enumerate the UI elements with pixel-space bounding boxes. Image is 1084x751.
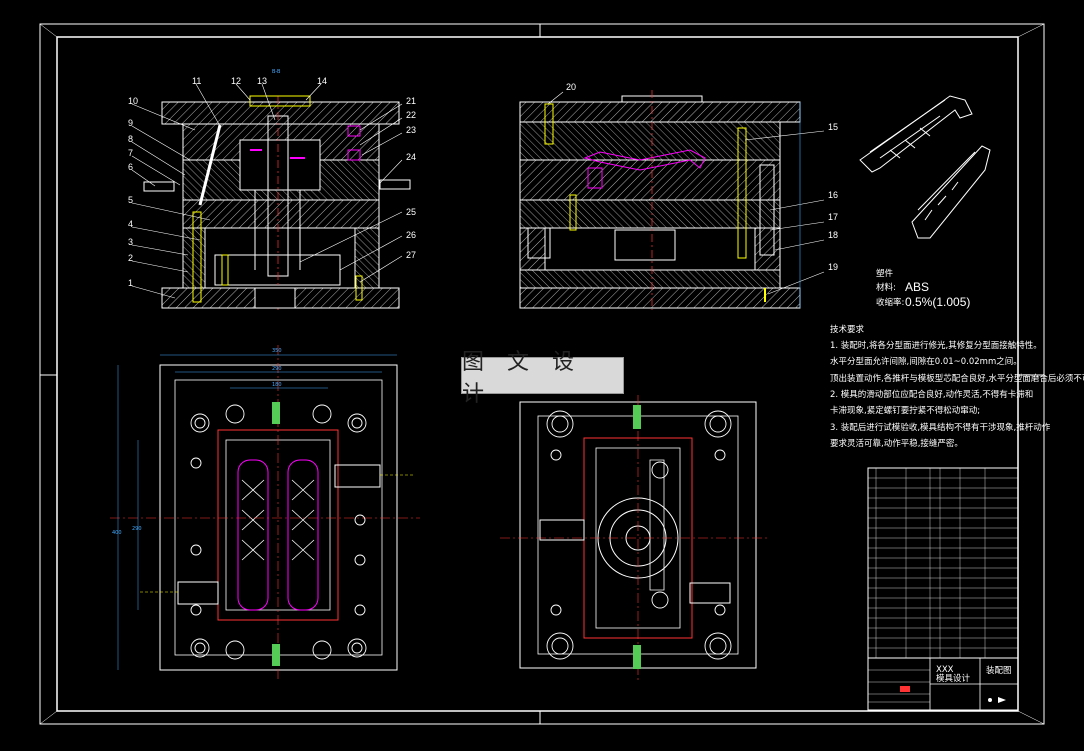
callout-15: 15 [828, 122, 838, 132]
callout-13: 13 [257, 76, 267, 86]
title-block: XXX 模具设计 装配图 [867, 467, 1019, 711]
material-key-mat: 材料: [876, 282, 896, 293]
callout-27: 27 [406, 250, 416, 260]
callout-26: 26 [406, 230, 416, 240]
material-block: 塑件 材料: 收缩率: ABS 0.5%(1.005) [876, 268, 970, 309]
callout-18: 18 [828, 230, 838, 240]
callout-25: 25 [406, 207, 416, 217]
notes-title: 技术要求 [830, 324, 865, 335]
section-view-right [519, 90, 801, 310]
callout-6: 6 [128, 162, 133, 172]
callout-2: 2 [128, 253, 133, 263]
plan-dimensions: 350 290 180 400 290 [112, 348, 282, 536]
note-line: 水平分型面允许间隙,间隙在0.01~0.02mm之间。 [830, 356, 1022, 367]
note-line: 2. 模具的滑动部位应配合良好,动作灵活,不得有卡滞和 [830, 389, 1033, 400]
plan-view-left [110, 345, 420, 680]
dim-left-height: 400 [112, 530, 122, 536]
watermark-text: 图 文 设 计 [462, 349, 582, 407]
callout-5: 5 [128, 195, 133, 205]
callout-14: 14 [317, 76, 327, 86]
note-line: 顶出装置动作,各推杆与模板型芯配合良好,水平分型面磨合后必须不可。 [830, 373, 1084, 384]
callout-10: 10 [128, 96, 138, 106]
note-line: 1. 装配时,将各分型面进行修光,其修复分型面接触特性。 [830, 340, 1042, 351]
callout-17: 17 [828, 212, 838, 222]
callout-22: 22 [406, 110, 416, 120]
material-key-shrink: 收缩率: [876, 297, 904, 308]
callout-4: 4 [128, 219, 133, 229]
callout-23: 23 [406, 125, 416, 135]
section-label: B-B [272, 69, 281, 75]
dim-inner-height: 290 [132, 526, 142, 532]
material-key-part: 塑件 [876, 268, 894, 279]
dim-mid-width: 180 [272, 382, 282, 388]
dim-inner-width: 290 [272, 366, 282, 372]
callout-3: 3 [128, 237, 133, 247]
dim-top-width: 350 [272, 348, 282, 354]
school: 模具设计 [936, 673, 971, 684]
callout-9: 9 [128, 118, 133, 128]
part-isometric [859, 95, 991, 239]
callout-24: 24 [406, 152, 416, 162]
callout-16: 16 [828, 190, 838, 200]
section-view-left [143, 95, 411, 310]
drawing-name: 装配图 [986, 665, 1012, 676]
callout-7: 7 [128, 148, 133, 158]
callout-11: 11 [192, 76, 201, 86]
plan-view-right [500, 395, 770, 680]
callout-20: 20 [566, 82, 576, 92]
callout-12: 12 [231, 76, 241, 86]
watermark-box: 图 文 设 计 [461, 350, 624, 407]
callout-19: 19 [828, 262, 838, 272]
callout-8: 8 [128, 134, 133, 144]
shrinkage-value: 0.5%(1.005) [905, 295, 970, 309]
technical-notes: 技术要求 1. 装配时,将各分型面进行修光,其修复分型面接触特性。 水平分型面允… [830, 324, 1084, 449]
callout-21: 21 [406, 96, 416, 106]
note-line: 3. 装配后进行试模验收,模具结构不得有干涉现象,推杆动作 [830, 422, 1051, 433]
material-value: ABS [905, 280, 929, 294]
callout-1: 1 [128, 278, 133, 288]
note-line: 要求灵活可靠,动作平稳,接缝严密。 [830, 438, 963, 449]
note-line: 卡滞现象,紧定螺钉要拧紧不得松动窜动; [830, 405, 980, 416]
